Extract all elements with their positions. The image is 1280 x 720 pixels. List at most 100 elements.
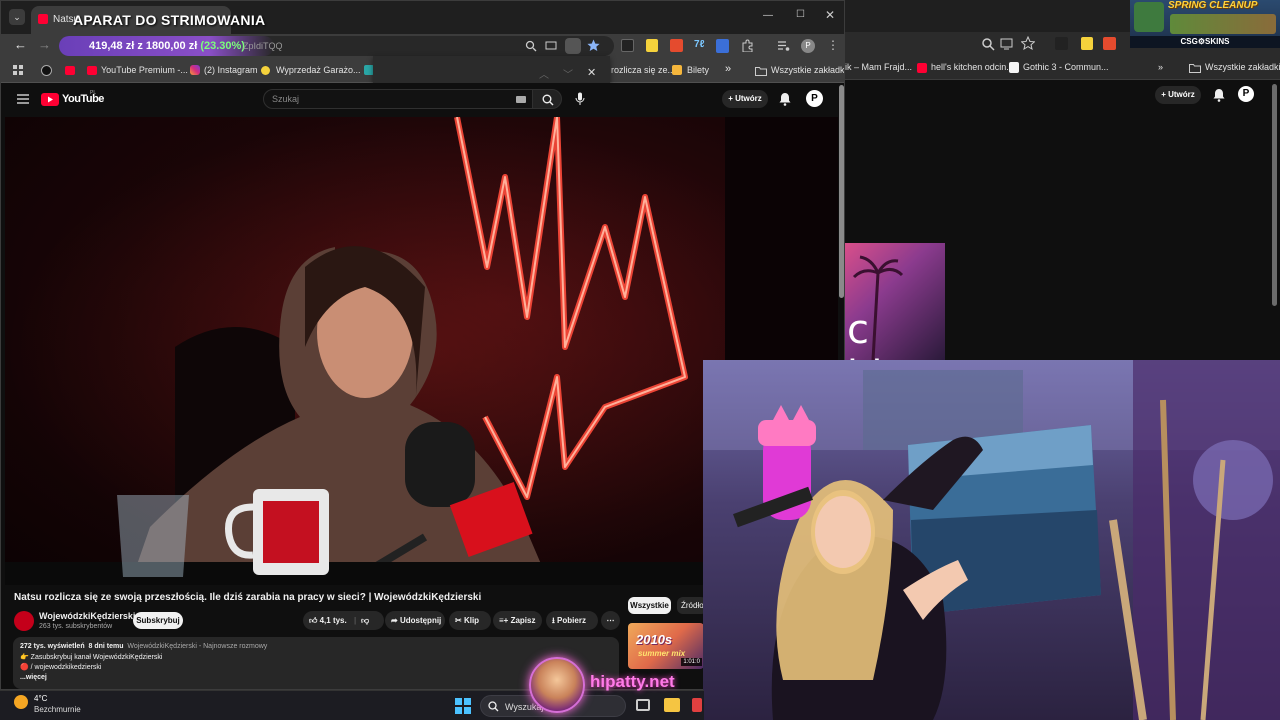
save-playlist-icon: ≡+ — [499, 616, 509, 625]
description-text[interactable]: / wojewodzkikedzierski — [31, 664, 102, 671]
create-button[interactable]: + Utwórz — [722, 90, 768, 108]
share-icon: ➦ — [391, 616, 398, 625]
bookmark-item[interactable]: hell's kitchen odcin... — [931, 62, 1014, 72]
youtube-logo-text[interactable]: YouTube — [62, 93, 104, 105]
youtube-logo-icon[interactable] — [41, 93, 59, 106]
extension-icon[interactable] — [621, 39, 634, 52]
taskbar-app-icon[interactable] — [692, 698, 702, 712]
description-tags[interactable]: WojewódzkiKędzierski - Najnowsze rozmowy — [127, 643, 267, 650]
cast-icon[interactable] — [1000, 37, 1014, 51]
recommended-video-thumbnail[interactable]: 2010s summer mix 1:01:0 — [628, 623, 704, 669]
bookmarks-overflow-icon[interactable]: » — [1158, 62, 1163, 72]
bookmark-item[interactable]: Wyprzedaż Garażo... — [276, 65, 360, 75]
music-thumbnail-text: c hits — [847, 307, 917, 360]
minimize-icon[interactable]: — — [763, 10, 773, 21]
more-actions-icon[interactable]: ⋯ — [601, 611, 620, 630]
bookmark-item[interactable]: YouTube Premium -... — [101, 65, 188, 75]
save-button[interactable]: ≡+ Zapisz — [493, 611, 542, 630]
bg-scrollbar[interactable] — [1272, 84, 1277, 306]
overlay-character-art — [1134, 2, 1164, 32]
translate-extension-icon[interactable]: 7ℓ — [694, 39, 707, 52]
download-button[interactable]: ⭳ Pobierz — [546, 611, 598, 630]
video-title: Natsu rozlicza się ze swoją przeszłością… — [14, 592, 482, 603]
channel-subscriber-count: 263 tys. subskrybentów — [39, 623, 113, 630]
address-bar[interactable]: 419,48 zł z 1800,00 zł (23.30%) ZpIdiTQQ — [59, 36, 614, 56]
avatar[interactable]: P — [1238, 86, 1254, 102]
extension-icon[interactable] — [1103, 37, 1116, 50]
file-explorer-icon[interactable] — [664, 698, 680, 712]
share-label: Udostępnij — [399, 616, 442, 625]
find-previous-icon[interactable]: ︿ — [539, 66, 549, 81]
extensions-puzzle-icon[interactable] — [741, 39, 754, 52]
clip-button[interactable]: ✂ Klip — [449, 611, 491, 630]
calendar-extension-icon[interactable] — [716, 39, 729, 53]
folder-icon — [755, 67, 767, 76]
create-label: Utwórz — [735, 94, 762, 103]
keyboard-icon[interactable] — [516, 96, 526, 103]
find-next-icon[interactable]: ﹀ — [563, 66, 573, 81]
extension-icon[interactable] — [670, 39, 683, 52]
extension-icon[interactable] — [1081, 37, 1093, 50]
youtube-icon[interactable] — [65, 66, 75, 75]
rec-thumb-duration: 1:01:0 — [681, 658, 702, 666]
description-text: Zasubskrybuj kanał WojewódzkiKędzierski — [30, 654, 163, 661]
tab-search-icon[interactable]: ⌄ — [9, 9, 25, 25]
hamburger-menu-icon[interactable] — [17, 94, 29, 104]
weather-icon[interactable] — [14, 695, 28, 709]
dislike-icon[interactable]: 👎︎ — [361, 611, 369, 630]
channel-name[interactable]: WojewódzkiKędzierski — [39, 611, 135, 621]
channel-avatar[interactable] — [14, 611, 34, 631]
media-control-icon[interactable] — [777, 40, 790, 52]
show-more-link[interactable]: ...więcej — [20, 674, 47, 681]
video-description[interactable]: 272 tys. wyświetleń 8 dni temu Wojewódzk… — [13, 637, 619, 689]
profile-avatar[interactable]: P — [801, 39, 815, 53]
description-line: 🔴 / wojewodzkikedzierski — [20, 664, 102, 671]
bookmark-item[interactable]: ik – Mam Frajd... — [845, 62, 912, 72]
forward-arrow-icon[interactable]: → — [38, 37, 51, 52]
menu-icon[interactable]: ⋮ — [827, 38, 839, 52]
music-video-thumbnail[interactable]: c hits — [845, 243, 945, 360]
weather-temperature[interactable]: 4°C — [34, 694, 47, 703]
apps-grid-icon[interactable] — [13, 65, 24, 76]
notifications-bell-icon[interactable] — [1213, 88, 1225, 102]
cast-icon[interactable] — [545, 40, 557, 52]
maximize-icon[interactable]: ☐ — [796, 9, 805, 20]
bookmark-item[interactable]: Gothic 3 - Commun... — [1023, 62, 1109, 72]
microphone-icon[interactable] — [575, 92, 585, 106]
zoom-icon[interactable] — [525, 40, 537, 52]
avatar[interactable]: P — [806, 90, 823, 107]
filter-chip-all[interactable]: Wszystkie — [628, 597, 671, 614]
like-button[interactable]: 👍︎ 4,1 tys. — [309, 611, 347, 630]
page-action-icon[interactable] — [565, 38, 581, 54]
task-view-icon[interactable] — [636, 699, 650, 711]
back-arrow-icon[interactable]: ← — [14, 37, 27, 52]
search-input[interactable]: Szukaj — [263, 89, 533, 109]
bookmark-item[interactable]: Bilety — [687, 65, 709, 75]
windows-start-icon[interactable] — [455, 698, 471, 714]
bookmark-star-icon[interactable] — [1021, 36, 1035, 50]
webcam-scene — [703, 360, 1280, 720]
all-bookmarks[interactable]: Wszystkie zakładki — [771, 65, 844, 75]
bookmark-star-icon[interactable] — [587, 39, 600, 52]
extension-icon[interactable] — [646, 39, 658, 52]
page-scrollbar[interactable] — [839, 85, 844, 298]
youtube-header: YouTube PL Szukaj + Utwórz P — [1, 83, 844, 115]
notifications-bell-icon[interactable] — [779, 92, 791, 106]
all-bookmarks[interactable]: Wszystkie zakładki — [1205, 62, 1280, 72]
find-close-icon[interactable]: ✕ — [587, 66, 596, 79]
bookmarks-overflow-icon[interactable]: » — [725, 63, 731, 75]
search-button[interactable] — [532, 89, 562, 109]
zoom-icon[interactable] — [981, 37, 995, 51]
bookmark-item[interactable]: rozlicza się ze... — [611, 65, 675, 75]
bookmark-item[interactable]: (2) Instagram — [204, 65, 258, 75]
weather-description[interactable]: Bezchmurnie — [34, 705, 81, 714]
close-icon[interactable]: ✕ — [825, 8, 835, 22]
create-label: Utwórz — [1168, 90, 1195, 99]
create-button[interactable]: + Utwórz — [1155, 86, 1201, 104]
subscribe-button[interactable]: Subskrybuj — [133, 612, 183, 629]
extension-icon[interactable] — [1055, 37, 1068, 50]
bookmark-favicon[interactable] — [41, 65, 52, 76]
rec-thumb-title: 2010s — [636, 632, 673, 647]
bg-youtube-header: + Utwórz P — [845, 80, 1280, 110]
share-button[interactable]: ➦ Udostępnij — [385, 611, 445, 630]
